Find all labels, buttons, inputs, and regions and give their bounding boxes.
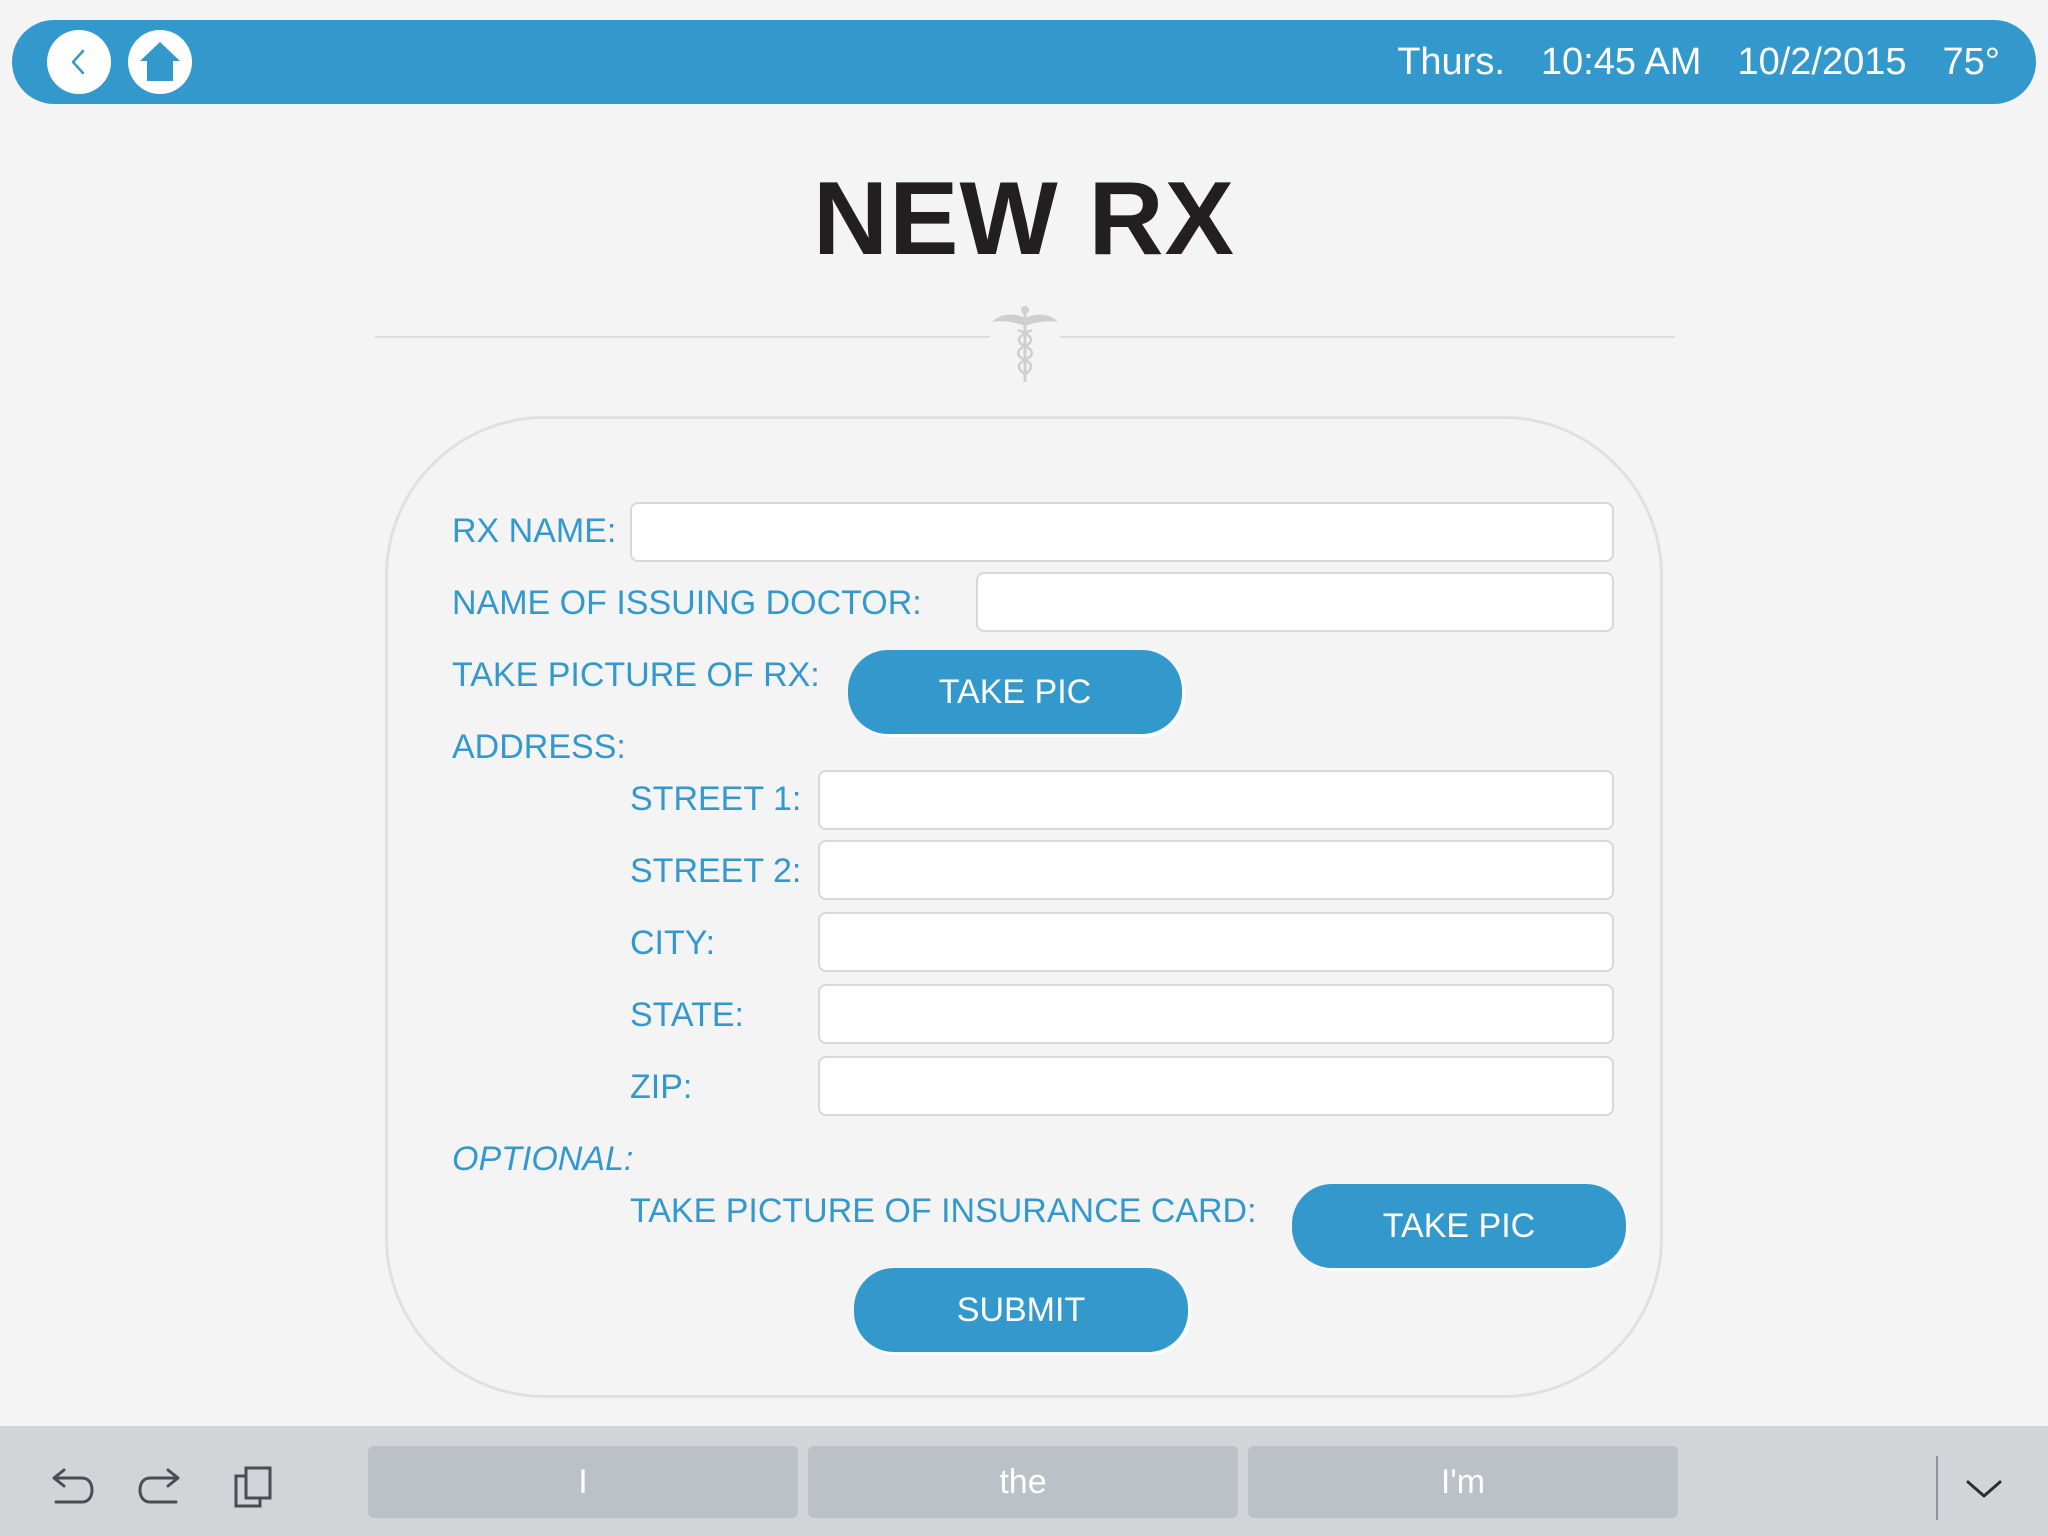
status-readout: Thurs. 10:45 AM 10/2/2015 75° bbox=[1361, 20, 2000, 104]
take-insurance-pic-button[interactable]: TAKE PIC bbox=[1292, 1184, 1626, 1268]
suggestion-2[interactable]: the bbox=[808, 1446, 1238, 1518]
doctor-label: NAME OF ISSUING DOCTOR: bbox=[452, 584, 922, 622]
take-rx-pic-button[interactable]: TAKE PIC bbox=[848, 650, 1182, 734]
city-label: CITY: bbox=[630, 924, 716, 962]
suggestion-3[interactable]: I'm bbox=[1248, 1446, 1678, 1518]
doctor-name-input[interactable] bbox=[976, 572, 1614, 632]
top-bar: Thurs. 10:45 AM 10/2/2015 75° bbox=[12, 20, 2036, 104]
keyboard-suggestion-bar: I the I'm bbox=[0, 1426, 2048, 1536]
hide-keyboard-icon[interactable] bbox=[1960, 1470, 2008, 1516]
status-time: 10:45 AM bbox=[1540, 40, 1702, 83]
insurance-picture-label: TAKE PICTURE OF INSURANCE CARD: bbox=[630, 1192, 1257, 1230]
state-input[interactable] bbox=[818, 984, 1614, 1044]
chevron-left-icon bbox=[71, 49, 85, 75]
street2-input[interactable] bbox=[818, 840, 1614, 900]
street1-label: STREET 1: bbox=[630, 780, 802, 818]
status-date: 10/2/2015 bbox=[1737, 40, 1907, 83]
paste-icon[interactable] bbox=[230, 1464, 278, 1510]
street2-label: STREET 2: bbox=[630, 852, 802, 890]
rx-name-label: RX NAME: bbox=[452, 512, 617, 550]
zip-input[interactable] bbox=[818, 1056, 1614, 1116]
optional-label: OPTIONAL: bbox=[452, 1140, 634, 1178]
caduceus-icon bbox=[990, 304, 1060, 384]
page-title: NEW RX bbox=[813, 161, 1235, 277]
state-label: STATE: bbox=[630, 996, 744, 1034]
undo-icon[interactable] bbox=[46, 1464, 94, 1510]
home-icon bbox=[140, 42, 180, 81]
address-label: ADDRESS: bbox=[452, 728, 626, 766]
rx-name-input[interactable] bbox=[630, 502, 1614, 562]
back-button[interactable] bbox=[47, 30, 111, 94]
city-input[interactable] bbox=[818, 912, 1614, 972]
rx-picture-label: TAKE PICTURE OF RX: bbox=[452, 656, 820, 694]
keyboard-bar-separator bbox=[1936, 1456, 1938, 1520]
status-day: Thurs. bbox=[1397, 40, 1505, 83]
submit-button[interactable]: SUBMIT bbox=[854, 1268, 1188, 1352]
street1-input[interactable] bbox=[818, 770, 1614, 830]
home-button[interactable] bbox=[128, 30, 192, 94]
status-temperature: 75° bbox=[1942, 40, 2000, 83]
zip-label: ZIP: bbox=[630, 1068, 693, 1106]
suggestion-1[interactable]: I bbox=[368, 1446, 798, 1518]
redo-icon[interactable] bbox=[138, 1464, 186, 1510]
